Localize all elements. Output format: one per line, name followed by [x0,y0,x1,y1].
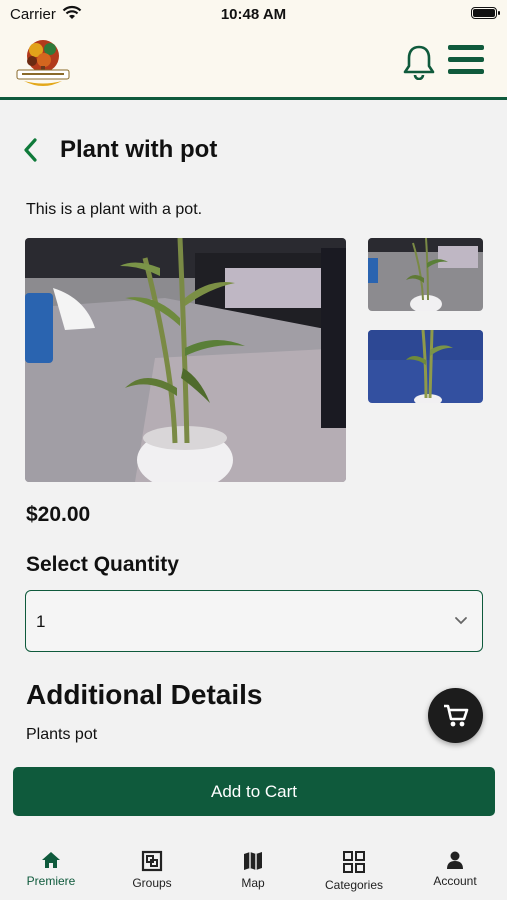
cart-icon [444,704,469,727]
tab-label: Categories [324,878,384,892]
tab-label: Account [433,874,477,888]
brand-logo[interactable] [14,36,72,92]
product-price: $20.00 [26,503,91,526]
grid-icon [343,851,365,873]
tab-account[interactable]: Account [405,850,505,888]
app-header [0,30,507,100]
tab-groups[interactable]: Groups [102,850,202,890]
tab-label: Map [241,876,265,890]
tab-map[interactable]: Map [203,850,303,890]
tab-premiere[interactable]: Premiere [1,850,101,888]
product-image-main[interactable] [25,238,346,482]
quantity-label: Select Quantity [26,553,179,576]
cart-button[interactable] [428,688,483,743]
chevron-down-icon [455,617,467,625]
person-icon [447,851,463,869]
tab-categories[interactable]: Categories [304,850,404,892]
map-icon [244,852,262,870]
details-heading: Additional Details [26,679,263,710]
quantity-value: 1 [36,612,46,631]
product-thumbnail-1[interactable] [368,238,483,311]
battery-icon [471,7,500,19]
tab-label: Groups [132,876,172,890]
home-icon [42,852,60,868]
back-chevron-icon[interactable] [20,136,42,164]
quantity-select[interactable]: 1 [25,590,483,652]
tab-label: Premiere [26,874,76,888]
product-thumbnail-2[interactable] [368,330,483,403]
menu-icon[interactable] [448,45,484,77]
details-text: Plants pot [26,726,98,743]
clock: 10:48 AM [220,6,287,23]
status-bar: Carrier 10:48 AM [0,0,507,30]
add-to-cart-button[interactable]: Add to Cart [13,767,495,816]
groups-icon [141,850,163,872]
page-title: Plant with pot [60,136,218,163]
bell-icon[interactable] [402,44,436,80]
product-description: This is a plant with a pot. [26,201,203,218]
tab-bar: Premiere Groups Map Categories Account [0,840,507,900]
